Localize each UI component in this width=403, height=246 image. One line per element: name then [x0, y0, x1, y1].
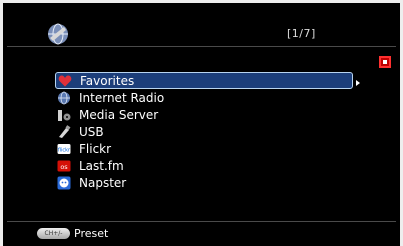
- menu-item-favorites[interactable]: Favorites: [55, 72, 353, 89]
- flickr-icon: flickr: [57, 143, 71, 154]
- stop-indicator: [379, 56, 391, 68]
- menu-item-label: Flickr: [79, 141, 112, 156]
- globe-icon: [58, 91, 70, 104]
- menu-item-media-server[interactable]: Media Server: [55, 106, 353, 123]
- footer-divider: [7, 221, 396, 222]
- menu-item-napster[interactable]: Napster: [55, 174, 353, 191]
- menu-item-label: Internet Radio: [79, 90, 165, 105]
- menu-item-flickr[interactable]: flickr Flickr: [55, 140, 353, 157]
- menu-item-label: Media Server: [79, 107, 159, 122]
- footer-hint: CH+/- Preset: [37, 227, 108, 240]
- menu-item-internet-radio[interactable]: Internet Radio: [55, 89, 353, 106]
- submenu-arrow-icon: [356, 80, 360, 86]
- menu-item-label: USB: [79, 124, 104, 139]
- menu-item-lastfm[interactable]: os Last.fm: [55, 157, 353, 174]
- page-counter: [1/7]: [287, 27, 316, 40]
- menu-item-label: Favorites: [80, 73, 135, 88]
- header-divider: [7, 46, 396, 47]
- globe-icon: [48, 23, 68, 45]
- menu-item-label: Napster: [79, 175, 127, 190]
- lastfm-icon: os: [57, 160, 71, 171]
- svg-text:os: os: [60, 162, 68, 170]
- heart-icon: [58, 74, 72, 86]
- menu-item-label: Last.fm: [79, 158, 124, 173]
- network-menu-screen: [1/7] Favorites Internet Radio Media Ser: [3, 3, 400, 246]
- napster-icon: [57, 176, 71, 189]
- media-server-icon: [58, 109, 71, 121]
- ch-button-icon: CH+/-: [37, 228, 70, 239]
- preset-label: Preset: [74, 227, 109, 240]
- source-menu: Favorites Internet Radio Media Server US…: [55, 72, 353, 191]
- svg-text:flickr: flickr: [58, 147, 71, 153]
- menu-item-usb[interactable]: USB: [55, 123, 353, 140]
- usb-icon: [59, 124, 71, 138]
